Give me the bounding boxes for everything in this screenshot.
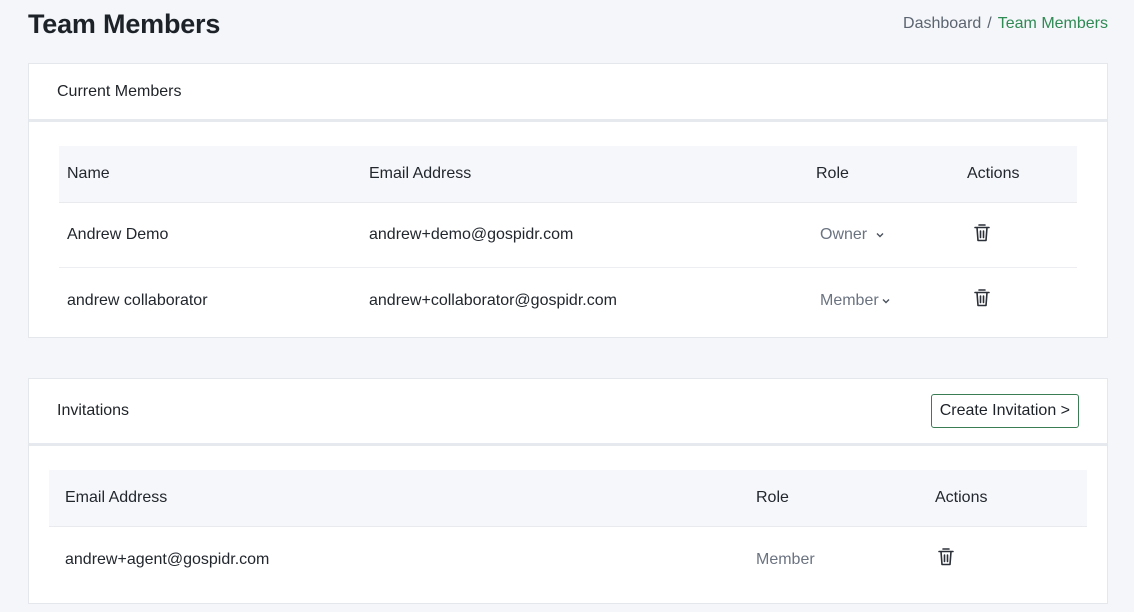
table-row: Andrew Demo andrew+demo@gospidr.com Owne…: [59, 203, 1077, 268]
role-select[interactable]: Member: [816, 292, 891, 310]
breadcrumb-dashboard-link[interactable]: Dashboard: [903, 15, 981, 33]
breadcrumb-current: Team Members: [997, 15, 1108, 32]
invitations-table-wrapper: Email Address Role Actions andrew+agent@…: [29, 446, 1107, 592]
role-value: Member: [820, 291, 879, 309]
page-title: Team Members: [28, 9, 221, 39]
current-members-card: Current Members Name Email Address Role …: [28, 63, 1108, 338]
header-role: Role: [756, 489, 789, 506]
invitations-card: Invitations Create Invitation > Email Ad…: [28, 378, 1108, 604]
header-actions: Actions: [967, 165, 1020, 182]
invitation-email: andrew+agent@gospidr.com: [65, 550, 270, 568]
current-members-header: Current Members: [29, 64, 1107, 122]
member-name: Andrew Demo: [67, 226, 169, 243]
member-email: andrew+collaborator@gospidr.com: [369, 291, 617, 309]
members-table-header: Name Email Address Role Actions: [59, 146, 1077, 203]
trash-icon[interactable]: [937, 547, 955, 567]
table-row: andrew+agent@gospidr.com Member: [49, 527, 1087, 592]
trash-icon[interactable]: [973, 288, 991, 308]
actions-cell: [959, 288, 1077, 313]
breadcrumb-separator: /: [987, 15, 992, 32]
members-table: Name Email Address Role Actions Andrew D…: [59, 146, 1077, 333]
breadcrumb: Dashboard / Team Members: [903, 15, 1108, 33]
chevron-down-icon: [882, 298, 890, 303]
invitations-header: Invitations Create Invitation >: [29, 379, 1107, 446]
invitations-table-header: Email Address Role Actions: [49, 470, 1087, 527]
members-table-wrapper: Name Email Address Role Actions Andrew D…: [29, 122, 1107, 333]
table-row: andrew collaborator andrew+collaborator@…: [59, 268, 1077, 333]
create-invitation-button[interactable]: Create Invitation >: [930, 394, 1079, 428]
role-value: Owner: [820, 226, 868, 243]
header-email: Email Address: [369, 165, 472, 182]
header-actions: Actions: [935, 489, 988, 506]
member-name: andrew collaborator: [67, 291, 208, 309]
trash-icon[interactable]: [973, 223, 991, 243]
role-cell: Owner: [808, 226, 959, 244]
current-members-title: Current Members: [57, 82, 182, 100]
member-email: andrew+demo@gospidr.com: [369, 226, 574, 243]
actions-cell: [919, 547, 1087, 572]
header-email: Email Address: [65, 489, 168, 506]
role-select[interactable]: Owner: [816, 226, 885, 244]
header-name: Name: [67, 165, 110, 182]
role-cell: Member: [808, 292, 959, 310]
invitations-title: Invitations: [57, 402, 130, 419]
chevron-down-icon: [876, 233, 884, 238]
actions-cell: [959, 223, 1077, 248]
invitations-table: Email Address Role Actions andrew+agent@…: [49, 470, 1087, 592]
header-role: Role: [816, 165, 849, 182]
invitation-role: Member: [756, 550, 815, 568]
